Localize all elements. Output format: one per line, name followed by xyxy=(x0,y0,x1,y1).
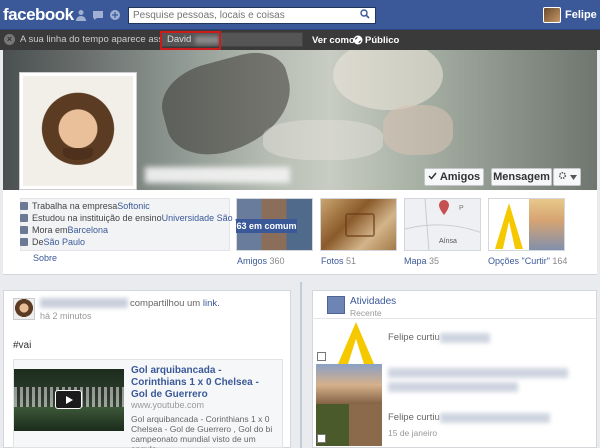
post-author-name-blurred[interactable] xyxy=(40,298,128,308)
timeline-spine xyxy=(300,282,302,448)
checkmark-icon xyxy=(428,171,437,183)
current-city-link[interactable]: Barcelona xyxy=(68,225,109,235)
photos-tile-label[interactable]: Fotos 51 xyxy=(321,256,356,266)
notifications-icon[interactable] xyxy=(109,9,121,21)
close-icon[interactable]: × xyxy=(4,34,15,45)
view-as-label: Ver como xyxy=(312,35,355,46)
search-box[interactable] xyxy=(128,7,376,24)
messages-icon[interactable] xyxy=(92,9,104,21)
mutual-friends-badge[interactable]: 63 em comum xyxy=(236,219,297,233)
photos-tile[interactable] xyxy=(320,198,397,251)
message-button[interactable]: Mensagem xyxy=(491,168,552,186)
about-current-city: Mora em Barcelona xyxy=(20,225,109,235)
likes-tile[interactable] xyxy=(488,198,565,251)
play-icon[interactable] xyxy=(55,390,82,409)
friends-tile-label[interactable]: Amigos 360 xyxy=(237,256,285,266)
activity-row-3-date: 15 de janeiro xyxy=(388,428,438,438)
profile-picture[interactable] xyxy=(19,72,137,190)
map-tile-label[interactable]: Mapa 35 xyxy=(404,256,439,266)
activity-title[interactable]: Atividades xyxy=(350,296,396,307)
like-icon-2 xyxy=(317,434,326,443)
about-education: Estudou na instituição de ensino Univers… xyxy=(20,213,257,223)
hometown-link[interactable]: São Paulo xyxy=(44,237,86,247)
public-audience-link[interactable]: Público xyxy=(365,35,399,46)
search-icon xyxy=(360,9,370,22)
attachment-title[interactable]: Gol arquibancada - Corinthians 1 x 0 Che… xyxy=(131,365,277,401)
post-timestamp[interactable]: há 2 minutos xyxy=(40,311,92,321)
work-link[interactable]: Softonic xyxy=(117,201,150,211)
user-name-link[interactable]: Felipe xyxy=(565,9,597,21)
top-navigation-bar: facebook Felipe xyxy=(0,0,600,30)
chevron-down-icon xyxy=(569,171,577,183)
activity-row-3-text: Felipe curtiu xyxy=(388,412,440,423)
activity-subtitle: Recente xyxy=(350,308,382,318)
location-icon xyxy=(20,238,28,246)
about-summary: Trabalha na empresa Softonic Estudou na … xyxy=(20,198,257,251)
post-author-avatar[interactable] xyxy=(13,298,35,320)
svg-text:P: P xyxy=(459,205,464,212)
briefcase-icon xyxy=(20,202,28,210)
post-hashtag: #vai xyxy=(13,340,32,351)
yellow-a-logo xyxy=(495,203,523,249)
message-button-label: Mensagem xyxy=(493,171,550,183)
friends-button[interactable]: Amigos xyxy=(424,168,484,186)
like-icon xyxy=(317,352,326,361)
gear-icon xyxy=(558,171,567,183)
graduation-icon xyxy=(20,214,28,222)
friends-button-label: Amigos xyxy=(439,171,481,183)
user-avatar[interactable] xyxy=(543,7,561,23)
attachment-url: www.youtube.com xyxy=(131,400,205,410)
activity-row-2-blurred-text-2 xyxy=(388,382,518,392)
profile-name-blurred xyxy=(145,167,290,183)
home-icon xyxy=(20,226,28,234)
search-button[interactable] xyxy=(355,8,375,23)
likes-tile-label[interactable]: Opções "Curtir" 164 xyxy=(488,256,567,266)
svg-text:Aínsa: Aínsa xyxy=(439,238,457,245)
globe-icon[interactable] xyxy=(353,35,363,45)
shared-link[interactable]: link. xyxy=(203,298,220,309)
about-link[interactable]: Sobre xyxy=(33,253,57,263)
about-work: Trabalha na empresa Softonic xyxy=(20,201,150,211)
search-input[interactable] xyxy=(129,8,354,23)
view-as-bar: × A sua linha do tempo aparece assim par… xyxy=(0,30,600,50)
activity-row-2-blurred-text xyxy=(388,368,568,378)
friend-requests-icon[interactable] xyxy=(75,9,87,21)
settings-dropdown-button[interactable] xyxy=(553,168,581,186)
liked-page-photo xyxy=(529,199,564,250)
highlight-box xyxy=(160,31,221,50)
map-tile[interactable]: P Aínsa xyxy=(404,198,481,251)
activity-row-3-blurred-page[interactable] xyxy=(440,413,550,423)
attachment-description: Gol arquibancada - Corinthians 1 x 0 Che… xyxy=(131,414,273,448)
map-pin-icon xyxy=(439,200,449,215)
post-action-text: compartilhou um link. xyxy=(130,298,220,309)
activity-row-1-blurred-page[interactable] xyxy=(440,333,490,343)
facebook-logo[interactable]: facebook xyxy=(3,5,74,25)
activity-row-1-text: Felipe curtiu xyxy=(388,332,440,343)
map-graphic: P Aínsa xyxy=(405,199,480,250)
divider xyxy=(312,318,597,319)
about-hometown: De São Paulo xyxy=(20,237,86,247)
activity-icon xyxy=(327,296,345,314)
activity-thumb-photo[interactable] xyxy=(316,364,382,406)
